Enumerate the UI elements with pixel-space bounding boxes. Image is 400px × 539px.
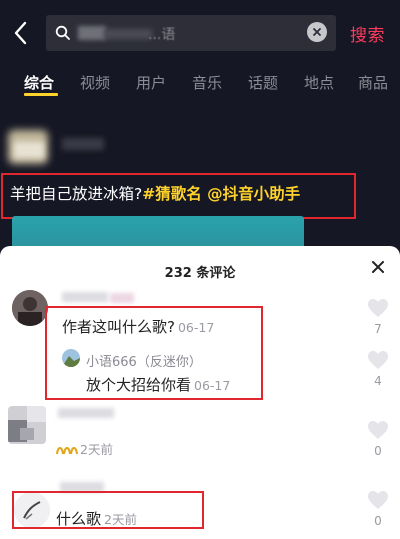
search-results-screen: ...语 搜索 综合 视频 用户 音乐 话题 地点 商品 羊把自己放进冰箱?#猜… bbox=[0, 0, 400, 262]
heart-icon bbox=[368, 491, 388, 509]
avatar[interactable] bbox=[12, 290, 48, 326]
heart-icon bbox=[368, 351, 388, 369]
active-tab-indicator bbox=[24, 93, 58, 96]
tab-places[interactable]: 地点 bbox=[304, 72, 334, 93]
result-tabs: 综合 视频 用户 音乐 话题 地点 商品 bbox=[0, 68, 400, 98]
like-count: 7 bbox=[374, 322, 382, 336]
tab-music[interactable]: 音乐 bbox=[192, 72, 222, 93]
clear-icon bbox=[313, 28, 321, 36]
tab-users[interactable]: 用户 bbox=[136, 72, 166, 93]
username-blurred bbox=[62, 292, 108, 302]
author-name-blurred bbox=[62, 138, 104, 150]
clear-search-button[interactable] bbox=[307, 22, 327, 42]
username-blurred bbox=[58, 408, 114, 418]
heart-icon bbox=[368, 299, 388, 317]
avatar[interactable] bbox=[8, 406, 46, 444]
comment-time: 2天前 bbox=[80, 442, 113, 457]
like-count: 4 bbox=[374, 374, 382, 388]
like-button[interactable]: 0 bbox=[365, 490, 391, 528]
close-button[interactable] bbox=[370, 259, 386, 275]
annotation-box-caption bbox=[1, 173, 356, 219]
comments-sheet: 232 条评论 作者这叫什么歌? 06-17 小语666（反迷你） 放个大招给你看… bbox=[0, 246, 400, 539]
search-button[interactable]: 搜索 bbox=[350, 21, 385, 46]
search-icon bbox=[55, 25, 70, 40]
like-button[interactable]: 0 bbox=[365, 420, 391, 458]
tab-topics[interactable]: 话题 bbox=[248, 72, 278, 93]
like-button[interactable]: 7 bbox=[365, 298, 391, 336]
chevron-left-icon bbox=[14, 21, 27, 45]
fan-badge bbox=[56, 440, 78, 455]
heart-icon bbox=[368, 421, 388, 439]
annotation-box-comment bbox=[45, 306, 263, 400]
tab-comprehensive[interactable]: 综合 bbox=[24, 72, 54, 93]
search-input[interactable]: ...语 bbox=[46, 15, 336, 51]
comments-count-title: 232 条评论 bbox=[164, 266, 236, 281]
back-button[interactable] bbox=[10, 19, 32, 47]
like-count: 0 bbox=[374, 444, 382, 458]
reply-like-button[interactable]: 4 bbox=[365, 350, 391, 388]
tab-products[interactable]: 商品 bbox=[358, 72, 388, 93]
search-value-blurred: ...语 bbox=[78, 23, 178, 43]
close-icon bbox=[372, 261, 384, 273]
username-blurred-2 bbox=[110, 293, 134, 303]
author-avatar[interactable] bbox=[8, 124, 52, 168]
annotation-box-comment bbox=[12, 491, 204, 529]
tab-videos[interactable]: 视频 bbox=[80, 72, 110, 93]
like-count: 0 bbox=[374, 514, 382, 528]
